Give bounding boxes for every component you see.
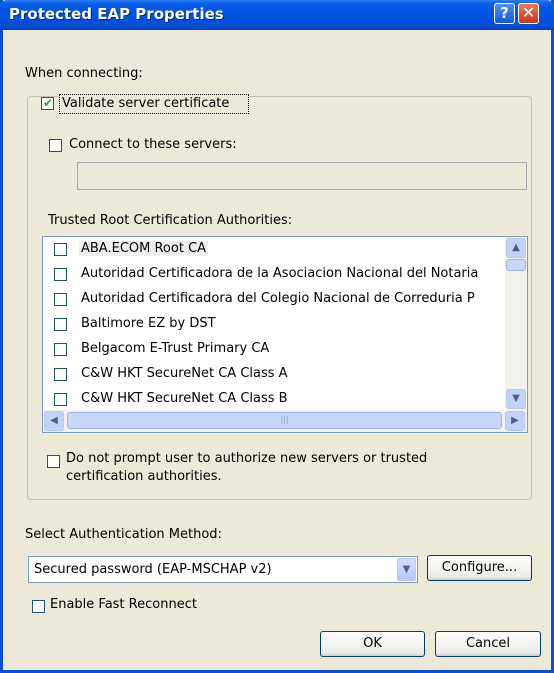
connect-servers-label[interactable]: Connect to these servers:	[69, 137, 237, 152]
scroll-up-button[interactable]: ▲	[506, 238, 526, 258]
scroll-left-button[interactable]: ◀	[44, 411, 64, 431]
ca-checkbox[interactable]	[54, 243, 67, 256]
scroll-down-button[interactable]: ▼	[506, 389, 526, 409]
ca-label: C&W HKT SecureNet CA Class A	[81, 366, 288, 381]
list-item[interactable]: Autoridad Certificadora de la Asociacion…	[43, 262, 502, 287]
dialog-window: Protected EAP Properties ? ✕ When connec…	[0, 0, 554, 673]
close-button[interactable]: ✕	[518, 3, 539, 24]
cancel-button[interactable]: Cancel	[435, 631, 541, 657]
validate-cert-label[interactable]: Validate server certificate	[62, 96, 229, 111]
fast-reconnect-checkbox[interactable]	[32, 600, 45, 613]
window-title: Protected EAP Properties	[9, 5, 224, 23]
chevron-down-icon: ▼	[512, 393, 520, 404]
list-item[interactable]: Autoridad Certificadora del Colegio Naci…	[43, 287, 502, 312]
scroll-right-button[interactable]: ▶	[505, 411, 525, 431]
ca-label: Baltimore EZ by DST	[81, 316, 216, 331]
list-item[interactable]: ABA.ECOM Root CA	[43, 237, 502, 262]
validate-cert-checkbox[interactable]: ✔	[41, 96, 54, 110]
ca-label: Autoridad Certificadora del Colegio Naci…	[81, 291, 475, 306]
auth-method-select[interactable]: Secured password (EAP-MSCHAP v2) ▼	[28, 556, 418, 583]
checkmark-icon: ✔	[43, 96, 54, 110]
horizontal-scrollbar[interactable]: ◀ ||| ▶	[43, 410, 527, 432]
ca-checkbox[interactable]	[54, 343, 67, 356]
auth-method-value: Secured password (EAP-MSCHAP v2)	[34, 562, 272, 577]
ca-label: Autoridad Certificadora de la Asociacion…	[81, 266, 479, 281]
when-connecting-label: When connecting:	[25, 66, 143, 81]
ca-checkbox[interactable]	[54, 393, 67, 406]
chevron-up-icon: ▲	[512, 242, 520, 253]
ca-label: ABA.ECOM Root CA	[79, 241, 209, 256]
vertical-scrollbar[interactable]: ▲ ▼	[505, 237, 527, 411]
connect-servers-checkbox[interactable]	[49, 139, 62, 152]
ca-checkbox[interactable]	[54, 293, 67, 306]
grip-icon: |||	[280, 415, 289, 424]
auth-method-label: Select Authentication Method:	[25, 527, 222, 542]
horizontal-scroll-thumb[interactable]: |||	[67, 412, 502, 429]
no-prompt-checkbox[interactable]	[47, 455, 60, 468]
no-prompt-label-line2[interactable]: certification authorities.	[66, 469, 222, 484]
help-button[interactable]: ?	[494, 3, 515, 24]
ca-label: C&W HKT SecureNet CA Class B	[81, 391, 288, 406]
fast-reconnect-label[interactable]: Enable Fast Reconnect	[50, 597, 197, 612]
chevron-left-icon: ◀	[50, 415, 58, 426]
list-item[interactable]: C&W HKT SecureNet CA Class B	[43, 387, 502, 412]
list-item[interactable]: C&W HKT SecureNet CA Class A	[43, 362, 502, 387]
close-icon: ✕	[521, 3, 536, 22]
ok-button[interactable]: OK	[320, 631, 425, 657]
ca-listbox[interactable]: ABA.ECOM Root CA Autoridad Certificadora…	[42, 236, 528, 433]
ca-checkbox[interactable]	[54, 268, 67, 281]
list-item[interactable]: Belgacom E-Trust Primary CA	[43, 337, 502, 362]
ca-checkbox[interactable]	[54, 368, 67, 381]
ca-checkbox[interactable]	[54, 318, 67, 331]
ca-label: Belgacom E-Trust Primary CA	[81, 341, 270, 356]
no-prompt-label-line1[interactable]: Do not prompt user to authorize new serv…	[66, 451, 427, 466]
chevron-down-icon: ▼	[402, 564, 411, 575]
help-icon: ?	[500, 4, 509, 22]
servers-input[interactable]	[77, 162, 527, 190]
chevron-right-icon: ▶	[511, 415, 519, 426]
dropdown-button[interactable]: ▼	[397, 558, 416, 581]
trusted-root-label: Trusted Root Certification Authorities:	[48, 213, 293, 228]
list-item[interactable]: Baltimore EZ by DST	[43, 312, 502, 337]
configure-button[interactable]: Configure...	[427, 555, 532, 581]
vertical-scroll-thumb[interactable]	[506, 259, 526, 271]
title-bar[interactable]: Protected EAP Properties ? ✕	[0, 0, 554, 30]
